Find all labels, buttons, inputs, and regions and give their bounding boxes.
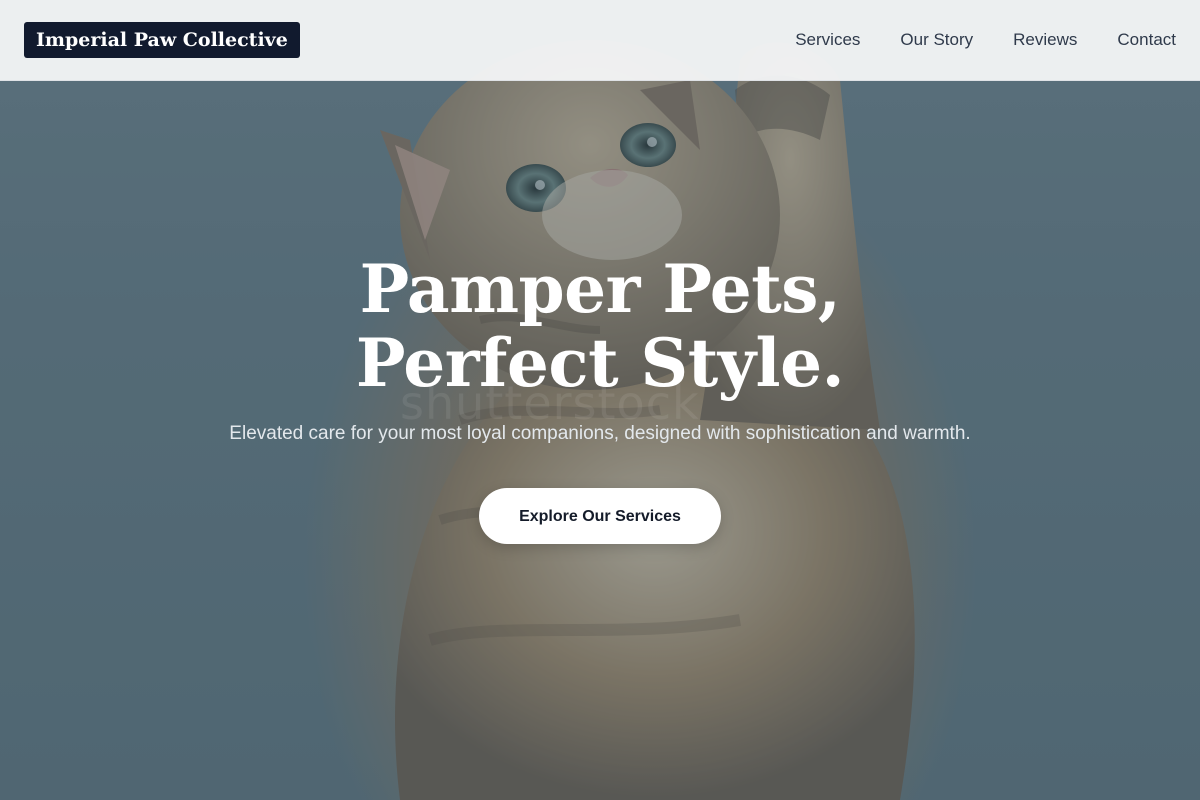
nav-link-contact[interactable]: Contact	[1117, 29, 1176, 51]
nav-link-our-story[interactable]: Our Story	[900, 29, 973, 51]
hero-section: Pamper Pets, Perfect Style. Elevated car…	[0, 252, 1200, 544]
explore-services-button[interactable]: Explore Our Services	[479, 488, 721, 544]
site-header: Imperial Paw Collective Services Our Sto…	[0, 0, 1200, 81]
brand-logo[interactable]: Imperial Paw Collective	[24, 22, 300, 58]
nav-link-reviews[interactable]: Reviews	[1013, 29, 1077, 51]
main-nav: Services Our Story Reviews Contact	[795, 29, 1176, 51]
nav-link-services[interactable]: Services	[795, 29, 860, 51]
landing-page: shutterstock Imperial Paw Collective Ser…	[0, 0, 1200, 800]
hero-subtitle: Elevated care for your most loyal compan…	[229, 423, 971, 444]
hero-title: Pamper Pets, Perfect Style.	[355, 250, 845, 402]
